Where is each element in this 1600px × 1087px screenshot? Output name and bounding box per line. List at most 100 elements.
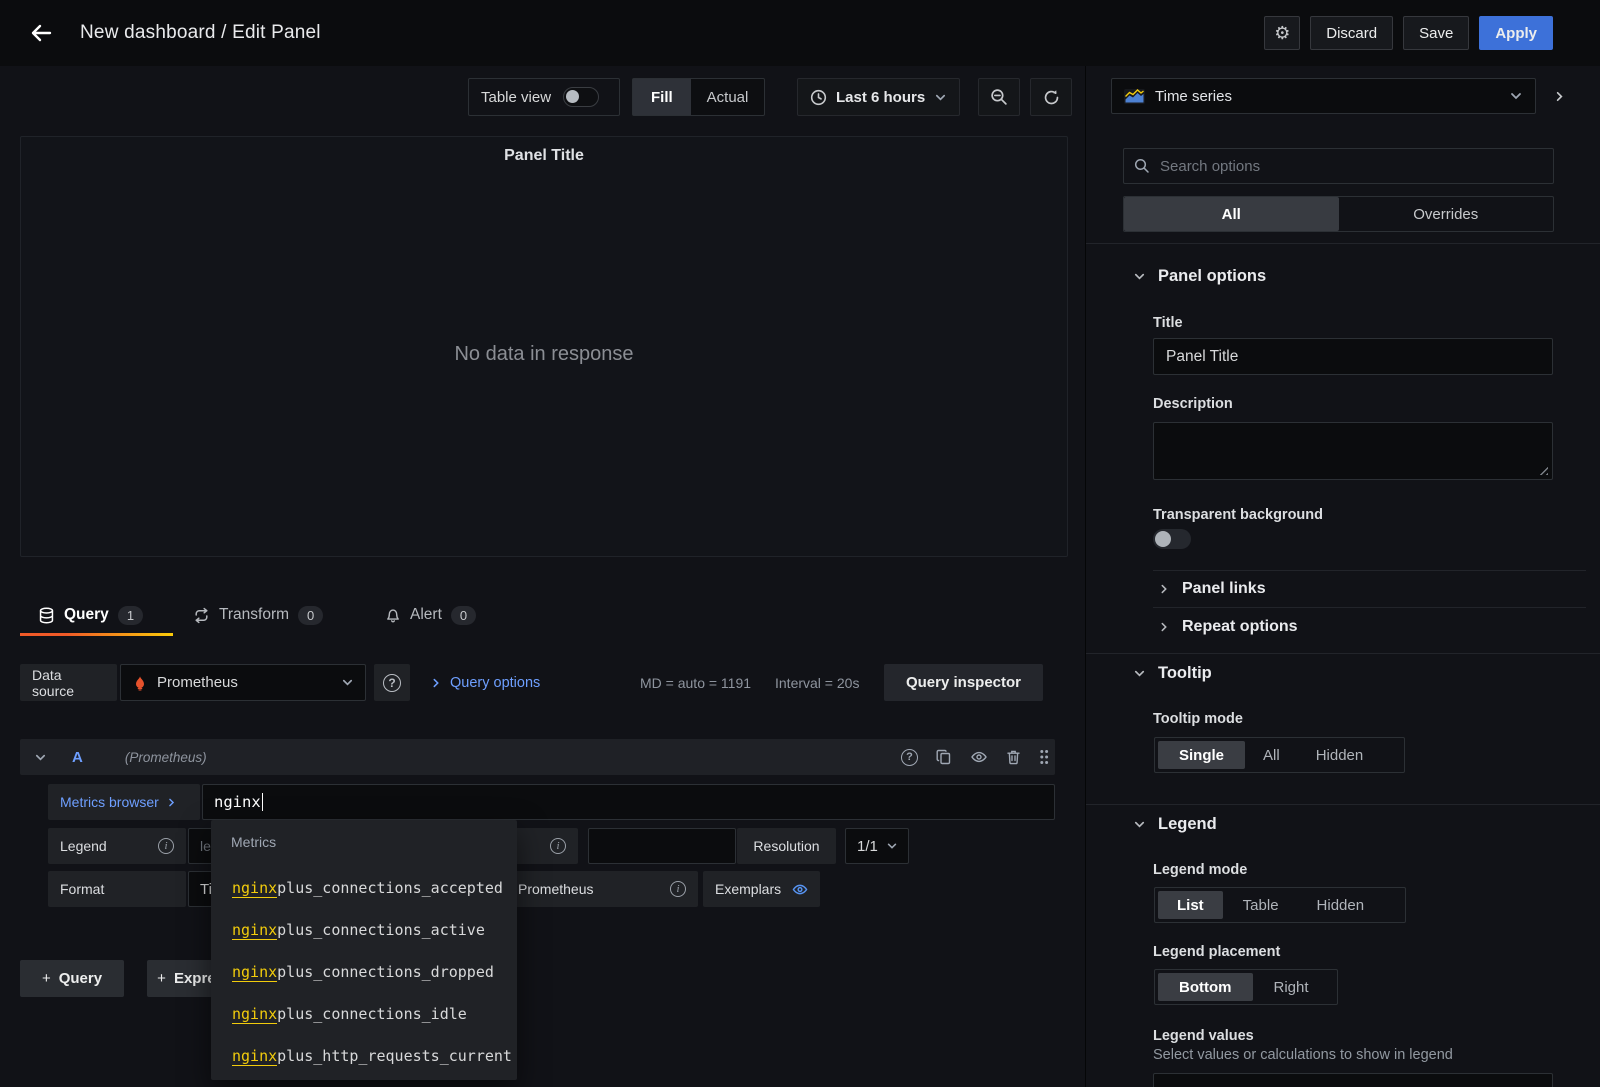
autocomplete-item[interactable]: nginxplus_connections_accepted (232, 874, 503, 902)
zoom-out-time-button[interactable] (978, 78, 1020, 116)
collapse-options-pane-button[interactable] (1541, 78, 1577, 114)
arrow-left-icon (29, 21, 53, 45)
section-panel-options[interactable]: Panel options (1133, 267, 1266, 286)
resolution-select[interactable]: 1/1 (845, 828, 909, 864)
promql-query-input[interactable]: nginx (202, 784, 1055, 820)
no-data-message: No data in response (21, 343, 1067, 366)
query-count-badge: 1 (118, 606, 143, 625)
actual-option[interactable]: Actual (691, 79, 765, 115)
info-icon: i (670, 881, 686, 897)
title-field-label: Title (1153, 315, 1183, 331)
tab-query[interactable]: Query 1 (38, 596, 143, 634)
autocomplete-item[interactable]: nginxplus_http_requests_current (232, 1042, 512, 1070)
drag-handle[interactable] (1039, 749, 1049, 765)
collapse-query-chevron-icon[interactable] (34, 751, 47, 764)
panel-title-input[interactable] (1153, 338, 1553, 375)
chevron-down-icon (1509, 89, 1523, 103)
tooltip-mode-all[interactable]: All (1247, 741, 1296, 769)
refresh-button[interactable] (1030, 78, 1072, 116)
pane-size-switcher: Fill Actual (632, 78, 765, 116)
chevron-down-icon (934, 91, 947, 104)
legend-placement-bottom[interactable]: Bottom (1158, 973, 1253, 1001)
panel-description-textarea[interactable] (1153, 422, 1553, 480)
text-caret (262, 793, 264, 811)
tooltip-mode-label: Tooltip mode (1153, 711, 1243, 727)
resolution-value: 1/1 (857, 838, 878, 855)
min-step-input[interactable] (588, 828, 736, 864)
options-search[interactable] (1123, 148, 1554, 184)
query-inspector-button[interactable]: Query inspector (884, 664, 1043, 701)
section-panel-options-label: Panel options (1158, 267, 1266, 286)
panel-options-sidebar: Time series All Overrides Pan (1085, 66, 1600, 1087)
chevron-down-icon (341, 676, 354, 689)
discard-button[interactable]: Discard (1310, 16, 1393, 50)
resolution-label: Resolution (737, 828, 836, 864)
fill-option[interactable]: Fill (633, 79, 691, 115)
tab-alert-label: Alert (410, 606, 442, 624)
max-data-points-info: MD = auto = 1191 (640, 664, 751, 701)
filter-tab-overrides[interactable]: Overrides (1339, 197, 1554, 231)
gear-icon: ⚙ (1274, 23, 1290, 44)
tab-transform[interactable]: Transform 0 (193, 596, 323, 634)
prometheus-link-label[interactable]: Prometheus i (500, 871, 698, 907)
chevron-right-icon (430, 677, 442, 689)
legend-mode-list[interactable]: List (1158, 891, 1223, 919)
options-search-input[interactable] (1158, 157, 1543, 176)
autocomplete-item[interactable]: nginxplus_connections_active (232, 916, 485, 944)
tab-alert[interactable]: Alert 0 (385, 596, 476, 634)
bell-icon (385, 607, 401, 624)
exemplars-label: Exemplars (715, 881, 781, 897)
tooltip-mode-hidden[interactable]: Hidden (1298, 741, 1382, 769)
query-row-header[interactable]: A (Prometheus) ? (20, 739, 1055, 775)
legend-values-select[interactable] (1153, 1073, 1553, 1087)
save-button[interactable]: Save (1403, 16, 1469, 50)
table-view-label: Table view (481, 89, 551, 106)
grafana-edit-panel-page: New dashboard / Edit Panel ⚙ Discard Sav… (0, 0, 1600, 1087)
table-view-toggle[interactable] (563, 87, 599, 107)
query-ref-id: A (72, 749, 83, 766)
tooltip-mode-single[interactable]: Single (1158, 741, 1245, 769)
chevron-down-icon (1133, 270, 1146, 283)
legend-placement-group: Bottom Right (1154, 969, 1338, 1005)
filter-tab-all[interactable]: All (1124, 197, 1339, 231)
duplicate-query-button[interactable] (936, 749, 952, 765)
legend-placement-right[interactable]: Right (1255, 973, 1328, 1001)
datasource-help-button[interactable]: ? (374, 664, 410, 701)
time-range-value: Last 6 hours (836, 89, 925, 106)
query-options-toggle[interactable]: Query options (430, 664, 540, 701)
datasource-label: Data source (20, 664, 117, 701)
query-help-button[interactable]: ? (901, 749, 918, 766)
section-repeat-options[interactable]: Repeat options (1158, 615, 1298, 639)
add-query-button[interactable]: + Query (20, 960, 124, 997)
section-legend-label: Legend (1158, 815, 1217, 834)
exemplars-eye-toggle[interactable] (791, 882, 809, 897)
chevron-right-icon (1158, 583, 1170, 595)
section-legend[interactable]: Legend (1133, 815, 1217, 834)
section-tooltip-label: Tooltip (1158, 664, 1212, 683)
legend-mode-table[interactable]: Table (1225, 891, 1297, 919)
section-tooltip[interactable]: Tooltip (1133, 664, 1212, 683)
dashboard-settings-button[interactable]: ⚙ (1264, 16, 1300, 50)
apply-button[interactable]: Apply (1479, 16, 1553, 50)
query-ref-datasource: (Prometheus) (125, 750, 207, 765)
back-button[interactable] (26, 18, 56, 48)
chevron-right-icon (166, 797, 177, 808)
resize-handle-icon[interactable] (1538, 465, 1548, 475)
repeat-options-label: Repeat options (1182, 618, 1298, 636)
chevron-down-icon (886, 840, 898, 852)
legend-values-label: Legend values (1153, 1028, 1254, 1044)
chevron-right-icon (1158, 621, 1170, 633)
time-range-picker[interactable]: Last 6 hours (797, 78, 960, 116)
section-panel-links[interactable]: Panel links (1158, 577, 1266, 601)
visualization-picker[interactable]: Time series (1111, 78, 1536, 114)
autocomplete-item[interactable]: nginxplus_connections_idle (232, 1000, 467, 1028)
autocomplete-item[interactable]: nginxplus_connections_dropped (232, 958, 494, 986)
transparent-background-toggle[interactable] (1153, 529, 1191, 549)
delete-query-button[interactable] (1006, 749, 1021, 765)
datasource-picker[interactable]: Prometheus (120, 664, 366, 701)
legend-values-help: Select values or calculations to show in… (1153, 1047, 1453, 1063)
legend-field-label: Legend i (48, 828, 186, 864)
toggle-query-visibility-button[interactable] (970, 749, 988, 765)
legend-mode-hidden[interactable]: Hidden (1299, 891, 1383, 919)
metrics-browser-toggle[interactable]: Metrics browser (48, 784, 200, 820)
